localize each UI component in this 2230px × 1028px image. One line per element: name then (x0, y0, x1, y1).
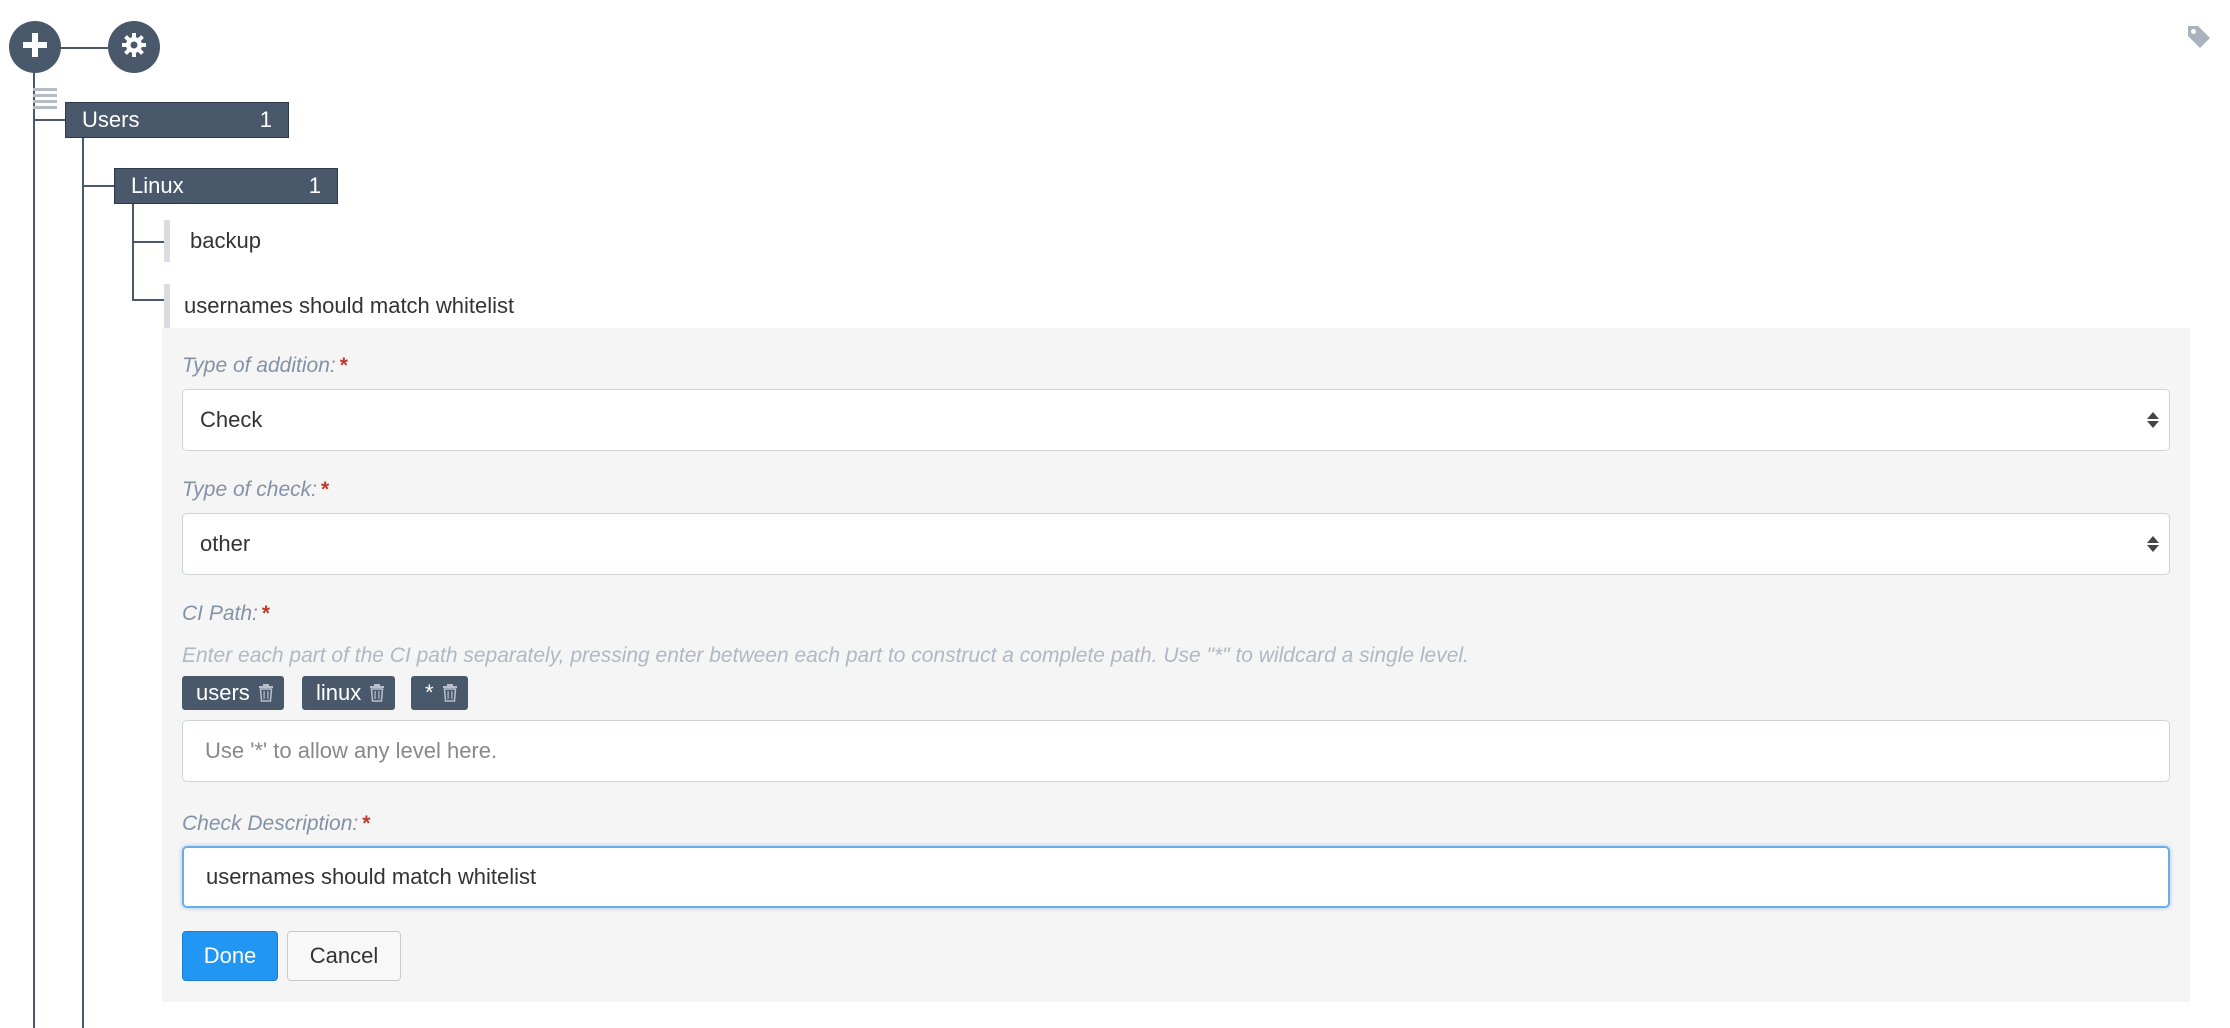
check-type-label: Type of check: * (182, 478, 330, 501)
node-count: 1 (308, 173, 321, 198)
required-marker: * (362, 812, 371, 835)
edit-check-panel: Type of addition: * Check Type of check: *… (162, 328, 2190, 1002)
tag-icon[interactable] (2186, 24, 2212, 55)
ci-path-hint: Enter each part of the CI path separatel… (182, 644, 1469, 667)
ci-path-tag: users (182, 676, 284, 710)
cancel-button[interactable]: Cancel (287, 931, 401, 981)
plus-icon (21, 31, 49, 64)
tree-connector (33, 119, 65, 121)
trash-icon[interactable] (369, 684, 385, 702)
trash-icon[interactable] (442, 684, 458, 702)
trash-icon[interactable] (258, 684, 274, 702)
list-icon (33, 88, 57, 115)
addition-type-label: Type of addition: * (182, 354, 348, 377)
tree-connector (33, 72, 35, 1028)
tree-leaf-usernames[interactable]: usernames should match whitelist (164, 284, 514, 328)
tag-text: linux (316, 680, 362, 705)
leaf-indicator (164, 220, 170, 262)
required-marker: * (339, 354, 348, 377)
tree-connector (132, 204, 134, 300)
check-description-input[interactable] (182, 846, 2170, 908)
required-marker: * (321, 478, 330, 501)
leaf-label: backup (190, 228, 261, 253)
check-type-value: other (200, 531, 251, 556)
check-type-select[interactable]: other (182, 513, 2170, 575)
tree-connector (82, 185, 114, 187)
ci-path-label: CI Path: * (182, 602, 271, 625)
tree-node-users[interactable]: Users 1 (65, 102, 289, 138)
tag-text: * (425, 680, 434, 705)
ci-path-tag: * (411, 676, 468, 710)
add-node-button[interactable] (9, 21, 61, 73)
ci-path-tag: linux (302, 676, 396, 710)
select-arrows-icon (2147, 412, 2159, 428)
tree-connector (132, 241, 164, 243)
node-label: Users (82, 107, 140, 132)
tree-connector (82, 138, 84, 1028)
node-label: Linux (131, 173, 184, 198)
tree-node-linux[interactable]: Linux 1 (114, 168, 338, 204)
select-arrows-icon (2147, 536, 2159, 552)
tree-connector (59, 47, 109, 49)
tag-text: users (196, 680, 250, 705)
settings-button[interactable] (108, 21, 160, 73)
tree-connector (132, 299, 164, 301)
addition-type-value: Check (200, 407, 263, 432)
addition-type-select[interactable]: Check (182, 389, 2170, 451)
required-marker: * (261, 602, 271, 625)
node-count: 1 (259, 107, 272, 132)
gear-icon (121, 32, 147, 63)
tree-leaf-backup[interactable]: backup (164, 220, 261, 262)
done-button[interactable]: Done (182, 931, 278, 981)
check-description-label: Check Description: * (182, 812, 371, 835)
leaf-indicator (164, 284, 170, 328)
ci-path-input[interactable] (182, 720, 2170, 782)
leaf-label: usernames should match whitelist (184, 293, 515, 318)
